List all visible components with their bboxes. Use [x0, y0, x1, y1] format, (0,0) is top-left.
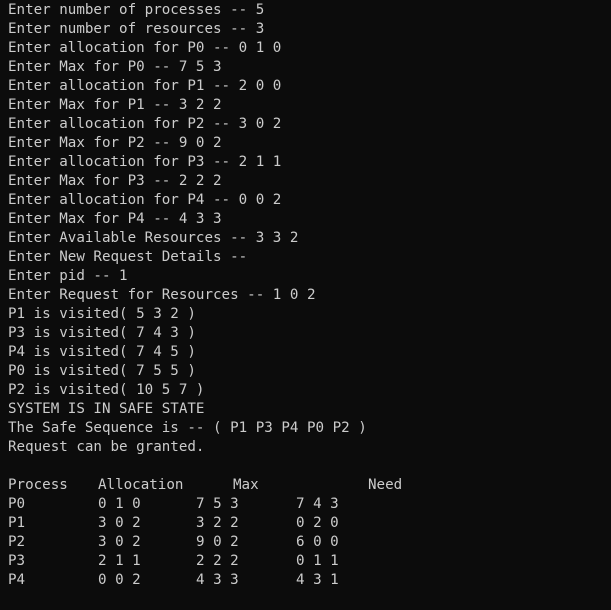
max-cell: 2 2 2: [196, 553, 239, 569]
table-row: P0 0 1 0 7 5 3 7 4 3: [8, 495, 611, 514]
output-line: Enter number of processes -- 5: [8, 2, 265, 18]
max-cell: 4 3 3: [196, 572, 239, 588]
output-line: Enter New Request Details --: [8, 249, 248, 265]
output-line: Enter Max for P4 -- 4 3 3: [8, 211, 222, 227]
allocation-cell: 3 0 2: [98, 515, 141, 531]
max-cell: 9 0 2: [196, 534, 239, 550]
output-line: Request can be granted.: [8, 439, 205, 455]
terminal-window[interactable]: Enter number of processes -- 5 Enter num…: [0, 0, 611, 610]
need-cell: 0 1 1: [296, 553, 339, 569]
output-line: Enter Max for P3 -- 2 2 2: [8, 173, 222, 189]
output-line: Enter Request for Resources -- 1 0 2: [8, 287, 316, 303]
table-row: P4 0 0 2 4 3 3 4 3 1: [8, 571, 611, 590]
need-cell: 6 0 0: [296, 534, 339, 550]
allocation-cell: 2 1 1: [98, 553, 141, 569]
output-line: Enter Available Resources -- 3 3 2: [8, 230, 299, 246]
header-max: Max: [233, 477, 259, 493]
table-header: Process Allocation Max Need: [8, 476, 611, 495]
allocation-cell: 0 1 0: [98, 496, 141, 512]
output-line: P1 is visited( 5 3 2 ): [8, 306, 196, 322]
output-line: Enter allocation for P2 -- 3 0 2: [8, 116, 282, 132]
process-cell: P0: [8, 496, 26, 512]
need-cell: 7 4 3: [296, 496, 339, 512]
table-row: P2 3 0 2 9 0 2 6 0 0: [8, 533, 611, 552]
output-line: Enter Max for P1 -- 3 2 2: [8, 97, 222, 113]
output-line: Enter allocation for P1 -- 2 0 0: [8, 78, 282, 94]
process-cell: P4: [8, 572, 26, 588]
output-line: Enter Max for P2 -- 9 0 2: [8, 135, 222, 151]
allocation-cell: 0 0 2: [98, 572, 141, 588]
need-cell: 0 2 0: [296, 515, 339, 531]
output-line: P0 is visited( 7 5 5 ): [8, 363, 196, 379]
process-cell: P1: [8, 515, 26, 531]
header-need: Need: [368, 477, 403, 493]
output-line: P2 is visited( 10 5 7 ): [8, 382, 205, 398]
header-process: Process: [8, 477, 68, 493]
table-row: P3 2 1 1 2 2 2 0 1 1: [8, 552, 611, 571]
output-line: SYSTEM IS IN SAFE STATE: [8, 401, 205, 417]
allocation-cell: 3 0 2: [98, 534, 141, 550]
process-cell: P2: [8, 534, 26, 550]
output-line: Enter allocation for P0 -- 0 1 0: [8, 40, 282, 56]
output-line: Enter allocation for P3 -- 2 1 1: [8, 154, 282, 170]
max-cell: 7 5 3: [196, 496, 239, 512]
output-line: Enter pid -- 1: [8, 268, 128, 284]
need-cell: 4 3 1: [296, 572, 339, 588]
output-line: The Safe Sequence is -- ( P1 P3 P4 P0 P2…: [8, 420, 367, 436]
output-line: Enter Max for P0 -- 7 5 3: [8, 59, 222, 75]
table-row: P1 3 0 2 3 2 2 0 2 0: [8, 514, 611, 533]
header-allocation: Allocation: [98, 477, 184, 493]
output-line: Enter allocation for P4 -- 0 0 2: [8, 192, 282, 208]
output-line: P4 is visited( 7 4 5 ): [8, 344, 196, 360]
output-line: Enter number of resources -- 3: [8, 21, 265, 37]
process-cell: P3: [8, 553, 26, 569]
max-cell: 3 2 2: [196, 515, 239, 531]
output-line: P3 is visited( 7 4 3 ): [8, 325, 196, 341]
